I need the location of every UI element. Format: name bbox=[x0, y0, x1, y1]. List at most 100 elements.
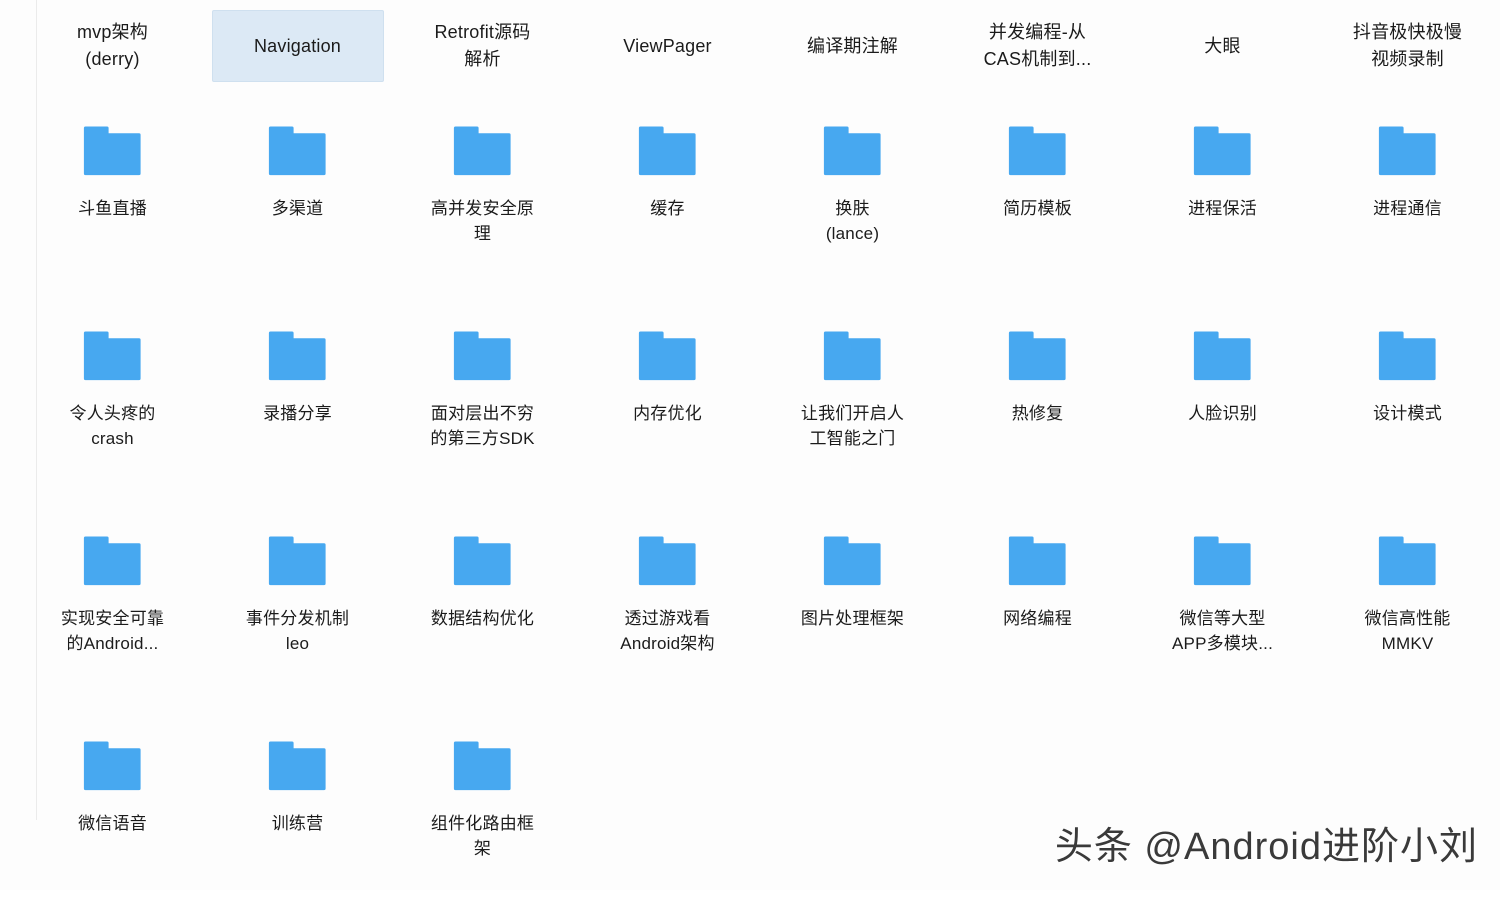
folder-item-label: 数据结构优化 bbox=[430, 609, 535, 628]
folder-icon bbox=[1008, 331, 1066, 381]
folder-item-label: 多渠道 bbox=[271, 199, 324, 218]
folder-item[interactable]: 高并发安全原 理 bbox=[390, 100, 575, 305]
folder-item[interactable]: 缓存 bbox=[575, 100, 760, 305]
folder-icon bbox=[453, 536, 511, 586]
folder-icon bbox=[1378, 331, 1436, 381]
folder-icon bbox=[268, 331, 326, 381]
folder-icon bbox=[823, 126, 881, 176]
breadcrumb-tab-box[interactable]: mvp架构 (derry) bbox=[27, 10, 199, 82]
breadcrumb-tab-box[interactable]: Navigation bbox=[211, 10, 384, 82]
folder-icon bbox=[1378, 536, 1436, 586]
breadcrumb-tab-6[interactable]: 大眼 bbox=[1130, 0, 1315, 92]
folder-icon bbox=[638, 331, 696, 381]
folder-icon bbox=[1193, 536, 1251, 586]
breadcrumb-tab-7[interactable]: 抖音极快极慢 视频录制 bbox=[1315, 0, 1500, 92]
folder-item-label: 透过游戏看 Android架构 bbox=[620, 609, 715, 653]
breadcrumb-tab-label: Retrofit源码 解析 bbox=[434, 22, 531, 69]
folder-item-label: 微信等大型 APP多模块... bbox=[1172, 609, 1273, 653]
folder-item-label: 网络编程 bbox=[1003, 609, 1072, 628]
folder-item-label: 设计模式 bbox=[1373, 404, 1442, 423]
folder-item-label: 录播分享 bbox=[263, 404, 332, 423]
breadcrumb-tab-box[interactable]: 并发编程-从 CAS机制到... bbox=[952, 10, 1124, 82]
folder-item[interactable]: 网络编程 bbox=[945, 510, 1130, 715]
file-explorer-content-pane[interactable]: mvp架构 (derry) Navigation Retrofit源码 解析 View… bbox=[0, 0, 1500, 890]
folder-item-label: 训练营 bbox=[271, 814, 324, 833]
folder-icon bbox=[83, 536, 141, 586]
breadcrumb-tab-box[interactable]: 大眼 bbox=[1137, 10, 1309, 82]
folder-item[interactable]: 录播分享 bbox=[205, 305, 390, 510]
folder-item-label: 换肤 (lance) bbox=[825, 199, 880, 243]
folder-icon bbox=[268, 536, 326, 586]
folder-item[interactable]: 让我们开启人 工智能之门 bbox=[760, 305, 945, 510]
breadcrumb: mvp架构 (derry) Navigation Retrofit源码 解析 View… bbox=[0, 0, 1500, 92]
folder-item[interactable]: 进程保活 bbox=[1130, 100, 1315, 305]
folder-grid: 斗鱼直播 多渠道 高并发安全原 理 缓存 换肤 (lance) 简历模板 进程保活 进程通信令… bbox=[0, 100, 1500, 920]
folder-item[interactable]: 微信等大型 APP多模块... bbox=[1130, 510, 1315, 715]
folder-icon bbox=[453, 126, 511, 176]
breadcrumb-tab-3[interactable]: ViewPager bbox=[575, 0, 760, 92]
folder-icon bbox=[1193, 331, 1251, 381]
folder-item-label: 微信高性能 MMKV bbox=[1364, 609, 1451, 653]
folder-icon bbox=[823, 331, 881, 381]
folder-icon bbox=[83, 741, 141, 791]
folder-item[interactable]: 令人头疼的 crash bbox=[20, 305, 205, 510]
folder-item-label: 令人头疼的 crash bbox=[69, 404, 156, 448]
folder-item[interactable]: 面对层出不穷 的第三方SDK bbox=[390, 305, 575, 510]
breadcrumb-tab-box[interactable]: ViewPager bbox=[582, 10, 754, 82]
folder-item-label: 斗鱼直播 bbox=[78, 199, 147, 218]
folder-item-label: 缓存 bbox=[650, 199, 685, 218]
breadcrumb-tab-label: 并发编程-从 CAS机制到... bbox=[983, 22, 1092, 69]
folder-icon bbox=[638, 126, 696, 176]
folder-item-label: 人脸识别 bbox=[1188, 404, 1257, 423]
folder-item[interactable]: 人脸识别 bbox=[1130, 305, 1315, 510]
folder-item-label: 进程通信 bbox=[1373, 199, 1442, 218]
breadcrumb-tab-box[interactable]: Retrofit源码 解析 bbox=[397, 10, 569, 82]
folder-icon bbox=[268, 126, 326, 176]
breadcrumb-tab-5[interactable]: 并发编程-从 CAS机制到... bbox=[945, 0, 1130, 92]
folder-item[interactable]: 简历模板 bbox=[945, 100, 1130, 305]
breadcrumb-tab-label: ViewPager bbox=[623, 35, 712, 56]
folder-item-label: 事件分发机制 leo bbox=[245, 609, 350, 653]
folder-icon bbox=[453, 331, 511, 381]
folder-item[interactable]: 微信语音 bbox=[20, 715, 205, 920]
folder-icon bbox=[1378, 126, 1436, 176]
folder-item[interactable]: 数据结构优化 bbox=[390, 510, 575, 715]
folder-item[interactable]: 图片处理框架 bbox=[760, 510, 945, 715]
folder-icon bbox=[823, 536, 881, 586]
folder-item[interactable]: 事件分发机制 leo bbox=[205, 510, 390, 715]
folder-item-label: 实现安全可靠 的Android... bbox=[60, 609, 165, 653]
folder-icon bbox=[1193, 126, 1251, 176]
folder-item[interactable]: 设计模式 bbox=[1315, 305, 1500, 510]
folder-icon bbox=[83, 331, 141, 381]
folder-item-label: 让我们开启人 工智能之门 bbox=[800, 404, 905, 448]
breadcrumb-tab-label: Navigation bbox=[253, 35, 342, 56]
breadcrumb-tab-4[interactable]: 编译期注解 bbox=[760, 0, 945, 92]
folder-item[interactable]: 微信高性能 MMKV bbox=[1315, 510, 1500, 715]
folder-item[interactable]: 组件化路由框 架 bbox=[390, 715, 575, 920]
folder-item[interactable]: 换肤 (lance) bbox=[760, 100, 945, 305]
folder-item[interactable]: 多渠道 bbox=[205, 100, 390, 305]
breadcrumb-tab-label: 抖音极快极慢 视频录制 bbox=[1352, 22, 1463, 69]
breadcrumb-tab-box[interactable]: 抖音极快极慢 视频录制 bbox=[1322, 10, 1494, 82]
breadcrumb-tab-0[interactable]: mvp架构 (derry) bbox=[20, 0, 205, 92]
folder-icon bbox=[1008, 536, 1066, 586]
folder-item-label: 面对层出不穷 的第三方SDK bbox=[430, 404, 535, 448]
folder-item[interactable]: 斗鱼直播 bbox=[20, 100, 205, 305]
breadcrumb-tab-box[interactable]: 编译期注解 bbox=[767, 10, 939, 82]
folder-icon bbox=[638, 536, 696, 586]
folder-item[interactable]: 训练营 bbox=[205, 715, 390, 920]
folder-item-label: 内存优化 bbox=[633, 404, 702, 423]
folder-icon bbox=[1008, 126, 1066, 176]
breadcrumb-tab-label: mvp架构 (derry) bbox=[76, 22, 148, 69]
folder-icon bbox=[453, 741, 511, 791]
breadcrumb-tab-2[interactable]: Retrofit源码 解析 bbox=[390, 0, 575, 92]
folder-item[interactable]: 热修复 bbox=[945, 305, 1130, 510]
folder-item-label: 图片处理框架 bbox=[800, 609, 905, 628]
folder-item-label: 微信语音 bbox=[78, 814, 147, 833]
folder-item[interactable]: 透过游戏看 Android架构 bbox=[575, 510, 760, 715]
folder-item[interactable]: 实现安全可靠 的Android... bbox=[20, 510, 205, 715]
folder-item[interactable]: 内存优化 bbox=[575, 305, 760, 510]
folder-item[interactable]: 进程通信 bbox=[1315, 100, 1500, 305]
breadcrumb-tab-1[interactable]: Navigation bbox=[205, 0, 390, 92]
folder-item-label: 组件化路由框 架 bbox=[430, 814, 535, 858]
